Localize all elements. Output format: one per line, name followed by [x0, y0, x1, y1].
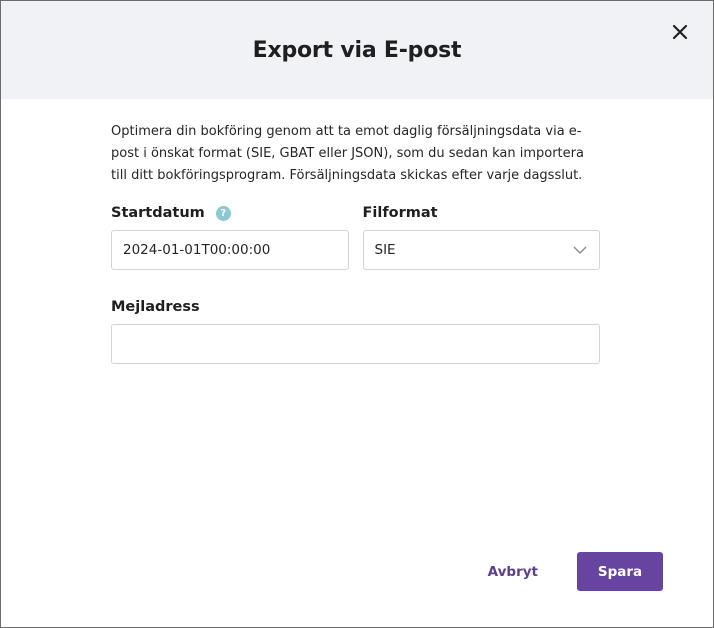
close-icon — [672, 24, 688, 40]
start-date-field-group: Startdatum ? — [111, 202, 349, 270]
dialog-header: Export via E-post — [1, 1, 713, 99]
close-button[interactable] — [669, 21, 691, 43]
email-field-group: Mejladress — [111, 296, 600, 364]
cancel-button[interactable]: Avbryt — [488, 564, 538, 580]
file-format-label-row: Filformat — [363, 202, 601, 224]
help-icon[interactable]: ? — [215, 205, 231, 221]
dialog-title: Export via E-post — [252, 37, 462, 63]
file-format-select[interactable]: SIE — [362, 230, 600, 270]
save-button[interactable]: Spara — [577, 552, 663, 591]
chevron-down-icon — [573, 246, 587, 254]
email-label-row: Mejladress — [111, 296, 600, 318]
file-format-label: Filformat — [362, 205, 438, 221]
file-format-field-group: Filformat SIE — [362, 202, 601, 270]
start-date-input[interactable] — [111, 230, 349, 270]
start-date-label-row: Startdatum ? — [111, 202, 349, 224]
dialog-description: Optimera din bokföring genom att ta emot… — [111, 124, 584, 183]
start-date-label: Startdatum — [111, 205, 205, 221]
export-email-dialog: Export via E-post Optimera din bokföring… — [0, 0, 714, 628]
email-field[interactable] — [111, 324, 600, 364]
dialog-body: Optimera din bokföring genom att ta emot… — [1, 99, 713, 364]
dialog-footer: Avbryt Spara — [488, 552, 663, 591]
form-row: Startdatum ? Filformat SIE — [111, 202, 600, 270]
file-format-selected-value: SIE — [374, 242, 396, 258]
email-label: Mejladress — [111, 299, 200, 315]
